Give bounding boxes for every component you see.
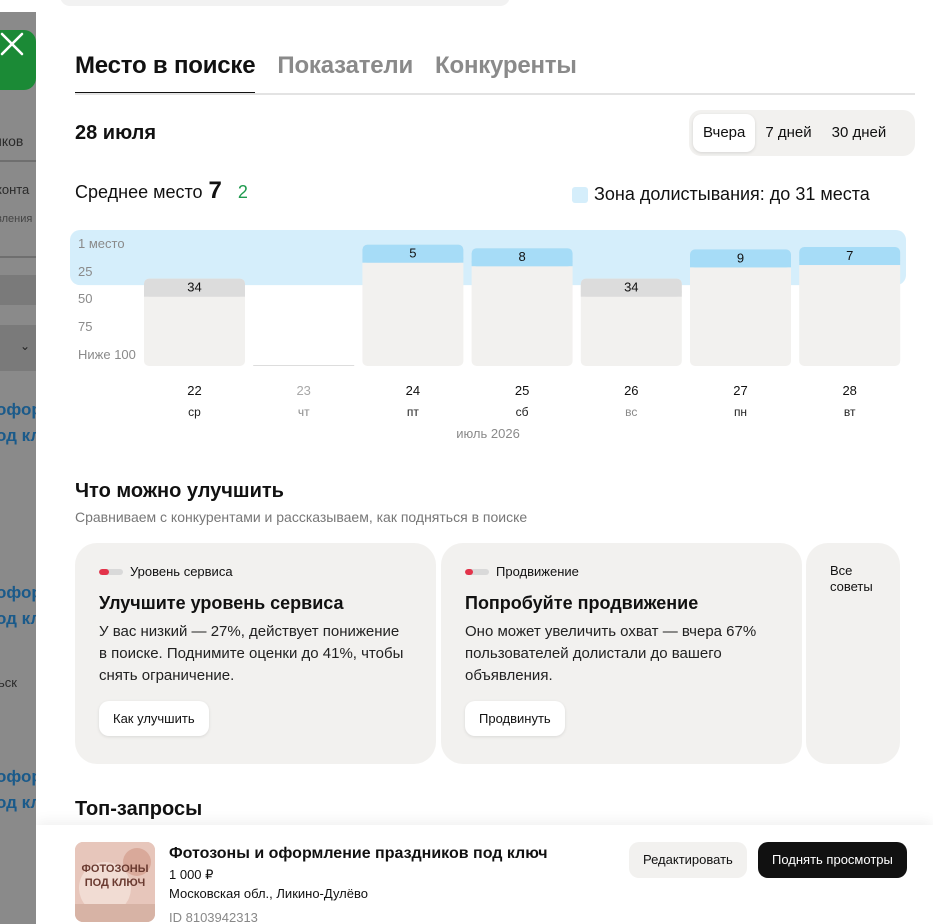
ad-thumb-line-1: ФОТОЗОНЫ xyxy=(82,863,149,875)
level-indicator-icon xyxy=(99,568,123,575)
period-option-30-days[interactable]: 30 дней xyxy=(822,114,897,152)
zone-legend: Зона долистывания: до 31 места xyxy=(572,184,870,205)
x-tick-day: 25 xyxy=(515,383,529,398)
bar-value-label: 34 xyxy=(187,280,201,295)
x-tick-day: 27 xyxy=(733,383,747,398)
ad-title[interactable]: Фотозоны и оформление праздников под клю… xyxy=(169,845,548,863)
background-link: од кл xyxy=(0,793,36,812)
tab-search-position[interactable]: Место в поиске xyxy=(75,52,256,95)
edit-button[interactable]: Редактировать xyxy=(629,842,747,878)
background-link: офор xyxy=(0,767,36,786)
x-tick-weekday: чт xyxy=(298,405,310,419)
background-search-input xyxy=(60,0,510,6)
background-fragment: иков xyxy=(0,133,24,149)
background-link: офор xyxy=(0,400,36,419)
background-divider xyxy=(0,160,36,162)
average-label: Среднее место xyxy=(75,182,203,202)
how-to-improve-button[interactable]: Как улучшить xyxy=(99,701,209,736)
empty-bar xyxy=(253,365,355,366)
level-indicator-icon xyxy=(465,568,489,575)
x-tick-weekday: ср xyxy=(188,405,201,419)
period-selector: Вчера 7 дней 30 дней xyxy=(689,110,915,156)
x-tick-weekday: пт xyxy=(407,405,419,419)
background-fragment: конта xyxy=(0,182,30,197)
close-icon[interactable] xyxy=(0,28,28,60)
background-page: иков конта вления ⌄ офор од кл офор од к… xyxy=(0,0,36,924)
x-tick-day: 22 xyxy=(187,383,201,398)
tab-competitors[interactable]: Конкуренты xyxy=(435,52,577,95)
ad-summary-bar: ФОТОЗОНЫ ПОД КЛЮЧ Фотозоны и оформление … xyxy=(36,825,933,924)
average-position: Среднее место 7 2 xyxy=(75,177,248,205)
background-divider xyxy=(0,256,36,258)
ad-thumbnail-image: ФОТОЗОНЫ ПОД КЛЮЧ xyxy=(75,842,155,922)
tip-tag: Продвижение xyxy=(465,564,579,579)
tip-text: У вас низкий — 27%, действует понижение … xyxy=(99,623,404,684)
background-link: од кл xyxy=(0,609,36,628)
period-option-yesterday[interactable]: Вчера xyxy=(693,114,756,152)
bar-value-label: 9 xyxy=(737,250,744,265)
bar-value-label: 34 xyxy=(624,280,638,295)
x-axis-label: июль 2026 xyxy=(456,426,520,441)
ad-thumb-line-2: ПОД КЛЮЧ xyxy=(85,877,146,889)
x-tick-weekday: пн xyxy=(734,405,747,419)
tip-tag: Уровень сервиса xyxy=(99,564,233,579)
improve-title: Что можно улучшить xyxy=(75,480,284,502)
background-link: офор xyxy=(0,583,36,602)
promote-button[interactable]: Продвинуть xyxy=(465,701,565,736)
chart-bar xyxy=(362,244,464,366)
selected-date: 28 июля xyxy=(75,122,157,144)
bar-value-label: 8 xyxy=(518,249,525,264)
all-tips-label: Все советы xyxy=(830,563,873,594)
zone-legend-text: Зона долистывания: до 31 места xyxy=(594,184,870,204)
x-tick-weekday: сб xyxy=(516,405,529,419)
tab-metrics[interactable]: Показатели xyxy=(277,52,413,95)
background-topbar xyxy=(0,0,933,12)
tip-title: Попробуйте продвижение xyxy=(465,593,699,613)
zone-swatch xyxy=(572,186,588,203)
tip-title: Улучшите уровень сервиса xyxy=(99,593,344,613)
all-tips-card[interactable]: Все советы xyxy=(806,543,900,764)
x-tick-day: 26 xyxy=(624,383,638,398)
improve-subtitle: Сравниваем с конкурентами и рассказываем… xyxy=(75,509,528,525)
x-tick-day: 24 xyxy=(406,383,420,398)
background-fragment: вления xyxy=(0,213,33,225)
tip-card-service[interactable]: Уровень сервиса Улучшите уровень сервиса… xyxy=(75,543,436,764)
background-field xyxy=(0,275,36,305)
background-fragment: ьск xyxy=(0,675,17,690)
y-tick-label: 1 место xyxy=(78,236,125,251)
position-chart: 1 место 25 50 75 Ниже 100 34 22 ср 23 чт 5 24 пт 8 25 с… xyxy=(70,230,910,441)
chevron-down-icon: ⌄ xyxy=(20,339,31,353)
average-delta: 2 xyxy=(237,182,248,202)
x-tick-day: 23 xyxy=(296,383,310,398)
background-link: од кл xyxy=(0,426,36,445)
stats-panel: Место в поиске Показатели Конкуренты 28 … xyxy=(36,12,933,924)
position-chart-svg: 1 место 25 50 75 Ниже 100 34 22 ср 23 чт 5 24 пт 8 25 с… xyxy=(70,230,906,441)
x-tick-day: 28 xyxy=(842,383,856,398)
tab-divider xyxy=(75,93,915,95)
tip-text: Оно может увеличить охват — вчера 67% по… xyxy=(465,623,757,684)
tip-tag-label: Уровень сервиса xyxy=(130,564,233,579)
y-tick-label: 25 xyxy=(78,264,92,279)
y-tick-label: Ниже 100 xyxy=(78,347,136,362)
ad-location: Московская обл., Ликино-Дулёво xyxy=(169,886,368,901)
y-tick-label: 75 xyxy=(78,319,92,334)
top-queries-title: Топ-запросы xyxy=(75,798,203,820)
tip-tag-label: Продвижение xyxy=(496,564,579,579)
ad-price: 1 000 ₽ xyxy=(169,867,214,882)
bar-value-label: 5 xyxy=(409,246,416,261)
background-select: ⌄ xyxy=(0,325,36,371)
average-value: 7 xyxy=(208,177,222,204)
boost-views-button[interactable]: Поднять просмотры xyxy=(758,842,907,878)
period-option-7-days[interactable]: 7 дней xyxy=(755,114,821,152)
tip-card-promotion[interactable]: Продвижение Попробуйте продвижение Оно м… xyxy=(441,543,802,764)
y-tick-label: 50 xyxy=(78,291,92,306)
x-tick-weekday: вт xyxy=(844,405,856,419)
bar-value-label: 7 xyxy=(846,248,853,263)
tab-bar: Место в поиске Показатели Конкуренты xyxy=(75,52,577,95)
ad-thumbnail[interactable]: ФОТОЗОНЫ ПОД КЛЮЧ xyxy=(75,842,155,922)
x-tick-weekday: вс xyxy=(625,405,637,419)
ad-id: ID 8103942313 xyxy=(169,910,258,924)
